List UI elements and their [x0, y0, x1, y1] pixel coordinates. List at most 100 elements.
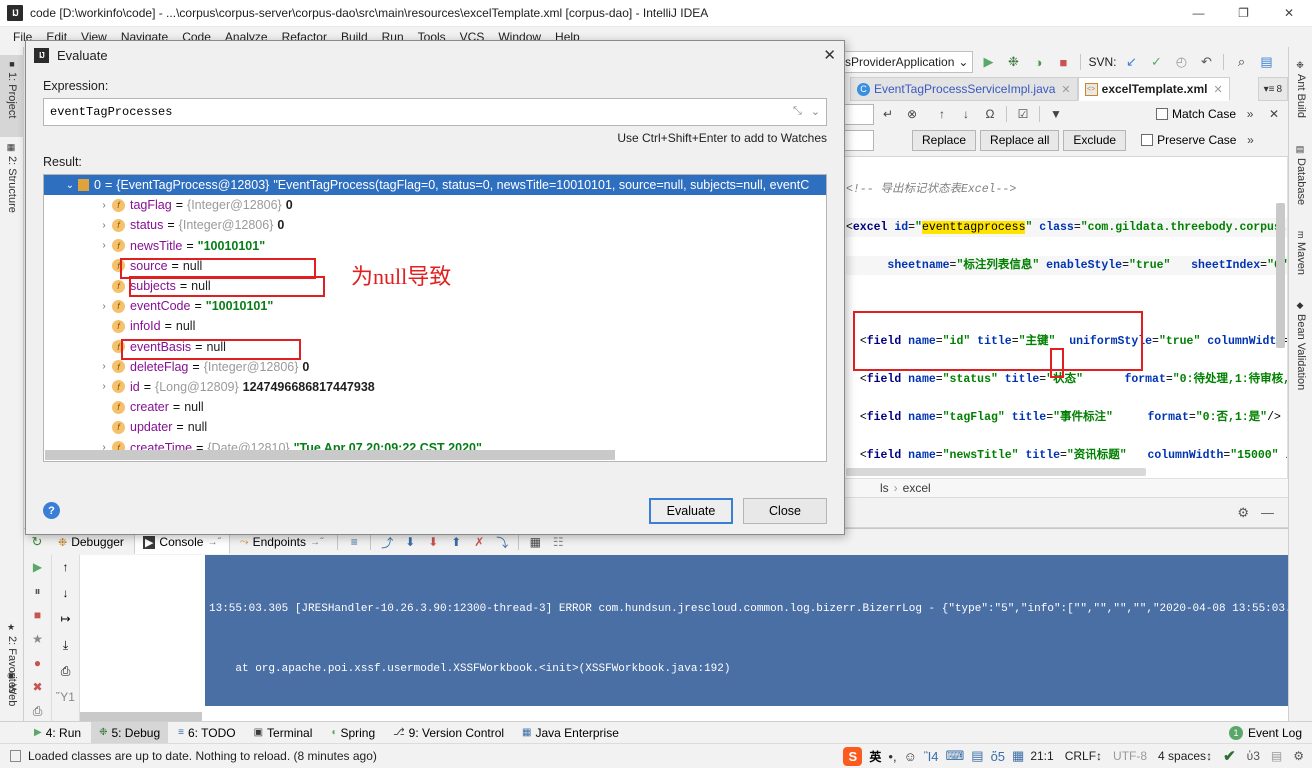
view-breakpoints-icon[interactable]: ★ [28, 630, 48, 648]
xml-editor[interactable]: <!-- 导出标记状态表Excel--> <excel id="eventtag… [836, 157, 1288, 478]
chevron-down-icon[interactable]: ⌄ [62, 180, 78, 191]
print-console-icon[interactable]: ⎙ [56, 662, 76, 680]
debug-icon[interactable]: ❉ [1003, 51, 1023, 73]
prev-occurrence-icon[interactable]: ↑ [56, 558, 76, 576]
match-case-checkbox[interactable]: Match Case [1156, 107, 1236, 121]
replace-more-icon[interactable]: » [1240, 129, 1260, 151]
sidebar-item-maven[interactable]: m Maven [1289, 227, 1312, 293]
event-log-button[interactable]: 1 Event Log [1229, 726, 1302, 740]
table-row[interactable]: f eventBasis = null [44, 337, 826, 357]
scroll-end-icon[interactable]: ⤓ [56, 636, 76, 654]
sidebar-item-structure[interactable]: ▦ 2: Structure [0, 139, 24, 231]
table-row[interactable]: f updater = null [44, 417, 826, 437]
ime-keyboard-icon[interactable]: ⌨ [946, 748, 965, 764]
ime-grid-icon[interactable]: ▦ [1012, 748, 1024, 764]
line-separator[interactable]: CRLF↕ [1065, 749, 1102, 763]
ime-mic-icon[interactable]: Ἲ4 [924, 749, 939, 764]
table-row[interactable]: › f deleteFlag = {Integer@12806} 0 [44, 357, 826, 377]
run-icon[interactable]: ▶ [978, 51, 998, 73]
chevron-right-icon[interactable]: › [96, 220, 112, 231]
caret-position[interactable]: 21:1 [1030, 749, 1053, 763]
bottom-tab-version-control[interactable]: ⎇ 9: Version Control [385, 722, 512, 744]
maximize-icon[interactable]: ❐ [1221, 0, 1266, 27]
mute-breakpoints-icon[interactable]: ● [28, 654, 48, 672]
table-row[interactable]: › f tagFlag = {Integer@12806} 0 [44, 195, 826, 215]
expand-editor-icon[interactable]: ⤡ [793, 106, 802, 118]
next-occurrence-nav-icon[interactable]: ↓ [56, 584, 76, 602]
readonly-icon[interactable]: ▤ [1271, 749, 1282, 763]
chevron-right-icon[interactable]: › [96, 240, 112, 251]
sogou-ime-icon[interactable]: S [843, 747, 862, 766]
chevron-right-icon[interactable]: › [96, 200, 112, 211]
run-configuration-selector[interactable]: sProviderApplication ⌄ [838, 51, 973, 73]
filter-icon[interactable]: ▼ [1046, 103, 1066, 125]
result-tree[interactable]: ⌄ 0 = {EventTagProcess@12803} "EventTagP… [43, 174, 827, 462]
table-row[interactable]: f creater = null [44, 397, 826, 417]
exclude-button[interactable]: Exclude [1063, 130, 1126, 151]
replace-button[interactable]: Replace [912, 130, 976, 151]
bottom-tab-spring[interactable]: ◖ Spring [322, 722, 383, 744]
console-horizontal-scrollbar[interactable] [80, 712, 202, 721]
console-output[interactable]: 13:55:03.305 [JRESHandler-10.26.3.90:123… [80, 555, 1288, 722]
bottom-tab-terminal[interactable]: ▣ Terminal [246, 722, 321, 744]
settings-debug-icon[interactable]: ⎙ [28, 702, 48, 720]
table-row[interactable]: › f newsTitle = "10010101" [44, 236, 826, 256]
chevron-right-icon[interactable]: › [96, 301, 112, 312]
preserve-case-checkbox[interactable]: Preserve Case [1141, 133, 1236, 147]
ime-card-icon[interactable]: ▤ [971, 748, 983, 764]
select-all-occurrences-icon[interactable]: ☑ [1013, 103, 1033, 125]
ime-skin-icon[interactable]: ὅ5 [991, 749, 1005, 764]
result-horizontal-scrollbar[interactable] [45, 450, 615, 460]
tab-console-pin-icon[interactable]: →˝ [207, 537, 220, 548]
bottom-tab-java-enterprise[interactable]: ▦ Java Enterprise [514, 722, 627, 744]
close-icon[interactable]: ✕ [1266, 0, 1312, 27]
find-all-icon[interactable]: Ω [980, 103, 1000, 125]
ime-punctuation-icon[interactable]: •, [888, 749, 896, 764]
table-row[interactable]: › f status = {Integer@12806} 0 [44, 215, 826, 235]
ime-emoji-icon[interactable]: ☺ [904, 749, 917, 764]
minimize-panel-icon[interactable]: — [1261, 505, 1274, 520]
sidebar-item-web[interactable]: ◉ Web [0, 667, 24, 719]
svn-history-icon[interactable]: ◴ [1171, 51, 1191, 73]
tab-close-icon-xml[interactable]: ✕ [1213, 83, 1222, 96]
enter-icon[interactable]: ↵ [878, 103, 898, 125]
sidebar-item-database[interactable]: ▤ Database [1289, 141, 1312, 223]
find-next-icon[interactable]: ↓ [956, 103, 976, 125]
stop-icon[interactable]: ■ [1053, 51, 1073, 73]
tab-endpoints-pin-icon[interactable]: →˝ [310, 537, 323, 548]
file-encoding[interactable]: UTF-8 [1113, 749, 1147, 763]
resume-icon[interactable]: ▶ [28, 558, 48, 576]
find-close-icon[interactable]: ✕ [1264, 103, 1284, 125]
trash-icon[interactable]: Ὕ1 [56, 688, 76, 706]
vcs-branch-icon[interactable]: ✔ [1223, 747, 1236, 765]
search-icon[interactable]: ⌕ [1231, 51, 1251, 73]
find-prev-icon[interactable]: ↑ [932, 103, 952, 125]
svn-rollback-icon[interactable]: ↶ [1196, 51, 1216, 73]
replace-all-button[interactable]: Replace all [980, 130, 1059, 151]
svn-update-icon[interactable]: ↙ [1121, 51, 1141, 73]
bottom-tab-todo[interactable]: ≡ 6: TODO [170, 722, 243, 744]
chevron-right-icon[interactable]: › [96, 381, 112, 392]
breadcrumb-parent[interactable]: ls [880, 481, 889, 495]
gear-icon[interactable]: ⚙ [1237, 505, 1249, 521]
table-row[interactable]: › f id = {Long@12809} 124749668681744793… [44, 377, 826, 397]
expression-input[interactable]: eventTagProcesses ⤡ ⌄ [43, 98, 827, 126]
chevron-right-icon[interactable]: › [96, 361, 112, 372]
bottom-tab-debug[interactable]: ❉ 5: Debug [91, 722, 168, 744]
help-icon[interactable]: ? [43, 502, 60, 519]
table-row[interactable]: f infoId = null [44, 316, 826, 336]
expression-history-icon[interactable]: ⌄ [811, 105, 820, 119]
indent-setting[interactable]: 4 spaces↕ [1158, 749, 1212, 763]
lock-icon[interactable]: ὑ3 [1247, 749, 1260, 763]
find-more-icon[interactable]: » [1240, 103, 1260, 125]
dialog-close-icon[interactable]: ✕ [823, 46, 836, 64]
breadcrumb-current[interactable]: excel [903, 481, 931, 495]
tab-event-tag-process-service-impl[interactable]: C EventTagProcessServiceImpl.java ✕ [850, 77, 1078, 101]
stop-debug-icon[interactable]: ■ [28, 606, 48, 624]
run-with-coverage-icon[interactable]: ◑ [1028, 51, 1048, 73]
table-row[interactable]: ⌄ 0 = {EventTagProcess@12803} "EventTagP… [44, 175, 826, 195]
table-row[interactable]: › f eventCode = "10010101" [44, 296, 826, 316]
bottom-tab-run[interactable]: ▶ 4: Run [26, 722, 89, 744]
memory-indicator-icon[interactable]: ⚙ [1293, 749, 1304, 763]
clear-search-icon[interactable]: ⊗ [902, 103, 922, 125]
